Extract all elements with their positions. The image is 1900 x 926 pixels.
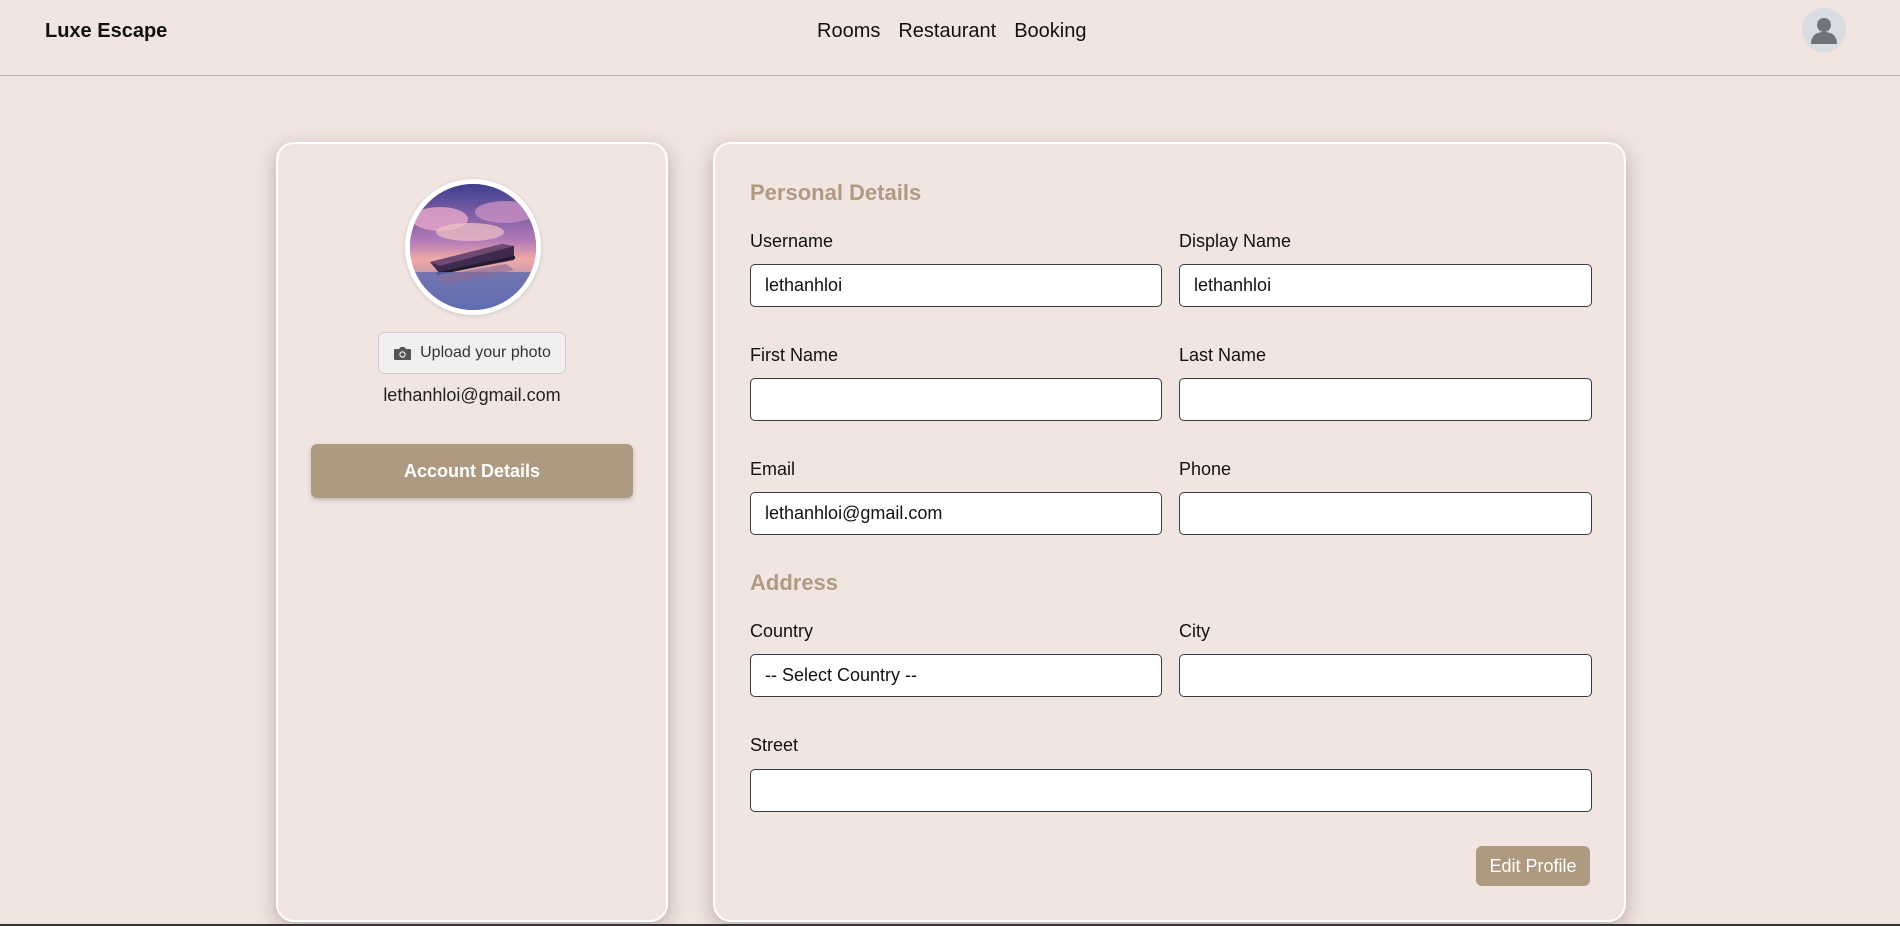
profile-photo (405, 179, 541, 315)
phone-field[interactable] (1179, 492, 1592, 535)
first-name-field[interactable] (750, 378, 1162, 421)
email-field[interactable] (750, 492, 1162, 535)
profile-sidebar-card: Upload your photo lethanhloi@gmail.com A… (276, 142, 668, 922)
first-name-label: First Name (750, 345, 839, 365)
brand-logo[interactable]: Luxe Escape (45, 20, 167, 43)
country-label: Country (750, 621, 814, 641)
city-field[interactable] (1179, 654, 1592, 697)
street-label: Street (750, 735, 799, 755)
main-nav: Rooms Restaurant Booking (817, 20, 1086, 43)
country-select[interactable]: -- Select Country -- (750, 654, 1162, 697)
user-email: lethanhloi@gmail.com (383, 385, 561, 405)
top-navbar: Luxe Escape Rooms Restaurant Booking (0, 0, 1900, 76)
city-label: City (1179, 621, 1210, 641)
nav-booking[interactable]: Booking (1014, 20, 1086, 43)
user-avatar-icon[interactable] (1802, 8, 1846, 52)
upload-photo-label: Upload your photo (420, 344, 551, 361)
edit-profile-button[interactable]: Edit Profile (1476, 846, 1590, 886)
last-name-field[interactable] (1179, 378, 1592, 421)
email-label: Email (750, 459, 796, 479)
address-title: Address (750, 570, 839, 595)
camera-icon (394, 346, 412, 360)
phone-label: Phone (1179, 459, 1232, 479)
username-field[interactable] (750, 264, 1162, 307)
display-name-field[interactable] (1179, 264, 1592, 307)
personal-details-card: Personal Details Username Display Name F… (713, 142, 1626, 922)
street-field[interactable] (750, 769, 1592, 812)
nav-rooms[interactable]: Rooms (817, 20, 880, 43)
account-details-button[interactable]: Account Details (311, 444, 633, 498)
nav-restaurant[interactable]: Restaurant (898, 20, 996, 43)
display-name-label: Display Name (1179, 231, 1292, 251)
personal-details-title: Personal Details (750, 180, 922, 205)
country-select-value: -- Select Country -- (765, 665, 918, 685)
upload-photo-button[interactable]: Upload your photo (378, 332, 566, 374)
last-name-label: Last Name (1179, 345, 1267, 365)
username-label: Username (750, 231, 834, 251)
